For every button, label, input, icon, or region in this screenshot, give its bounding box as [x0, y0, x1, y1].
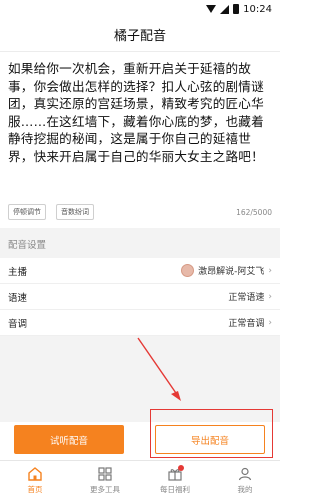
signal-icon [220, 4, 230, 14]
battery-icon [233, 4, 240, 14]
trial-listen-button[interactable]: 试听配音 [14, 425, 124, 454]
app-title: 橘子配音 [0, 18, 280, 52]
settings-list: 主播 激昂解说-阿艾飞 › 语速 正常语速 › 音调 正常音调 › [0, 258, 280, 336]
setting-row-speed[interactable]: 语速 正常语速 › [0, 284, 280, 310]
char-count: 162/5000 [236, 207, 272, 217]
settings-panel: 配音设置 主播 激昂解说-阿艾飞 › 语速 正常语速 › 音调 正常音调 › [0, 228, 280, 424]
setting-row-pitch[interactable]: 音调 正常音调 › [0, 310, 280, 336]
setting-row-anchor[interactable]: 主播 激昂解说-阿艾飞 › [0, 258, 280, 284]
avatar [181, 264, 195, 277]
setting-value: 正常语速 › [228, 291, 272, 304]
script-text[interactable]: 如果给你一次机会，重新开启关于延禧的故事，你会做出怎样的选择？扣人心弦的剧情谜团… [8, 60, 272, 165]
grid-icon [98, 467, 112, 481]
home-icon [28, 467, 42, 481]
setting-label: 主播 [8, 266, 28, 278]
pause-adjust-button[interactable]: 停顿调节 [8, 204, 46, 220]
polyphone-button[interactable]: 音数纷词 [56, 204, 94, 220]
nav-mine[interactable]: 我的 [210, 461, 280, 500]
wifi-icon [206, 5, 217, 13]
setting-label: 语速 [8, 292, 28, 304]
status-time: 10:24 [243, 3, 272, 15]
bottom-nav: 首页 更多工具 每日福利 我的 [0, 460, 280, 500]
editor-toolbar: 停顿调节 音数纷词 162/5000 [0, 200, 280, 224]
nav-daily-bonus[interactable]: 每日福利 [140, 461, 210, 500]
setting-value: 激昂解说-阿艾飞 › [181, 264, 272, 277]
nav-home[interactable]: 首页 [0, 461, 70, 500]
settings-section-label: 配音设置 [8, 240, 47, 251]
action-row: 试听配音 导出配音 [0, 422, 280, 460]
notification-dot [178, 465, 184, 471]
export-button[interactable]: 导出配音 [155, 425, 265, 454]
chevron-right-icon: › [268, 317, 272, 328]
chevron-right-icon: › [268, 265, 272, 276]
setting-value: 正常音调 › [228, 317, 272, 330]
script-editor[interactable]: 如果给你一次机会，重新开启关于延禧的故事，你会做出怎样的选择？扣人心弦的剧情谜团… [0, 52, 280, 200]
nav-more-tools[interactable]: 更多工具 [70, 461, 140, 500]
setting-label: 音调 [8, 318, 28, 330]
chevron-right-icon: › [268, 291, 272, 302]
user-icon [238, 467, 252, 481]
status-bar: 10:24 [0, 0, 280, 18]
